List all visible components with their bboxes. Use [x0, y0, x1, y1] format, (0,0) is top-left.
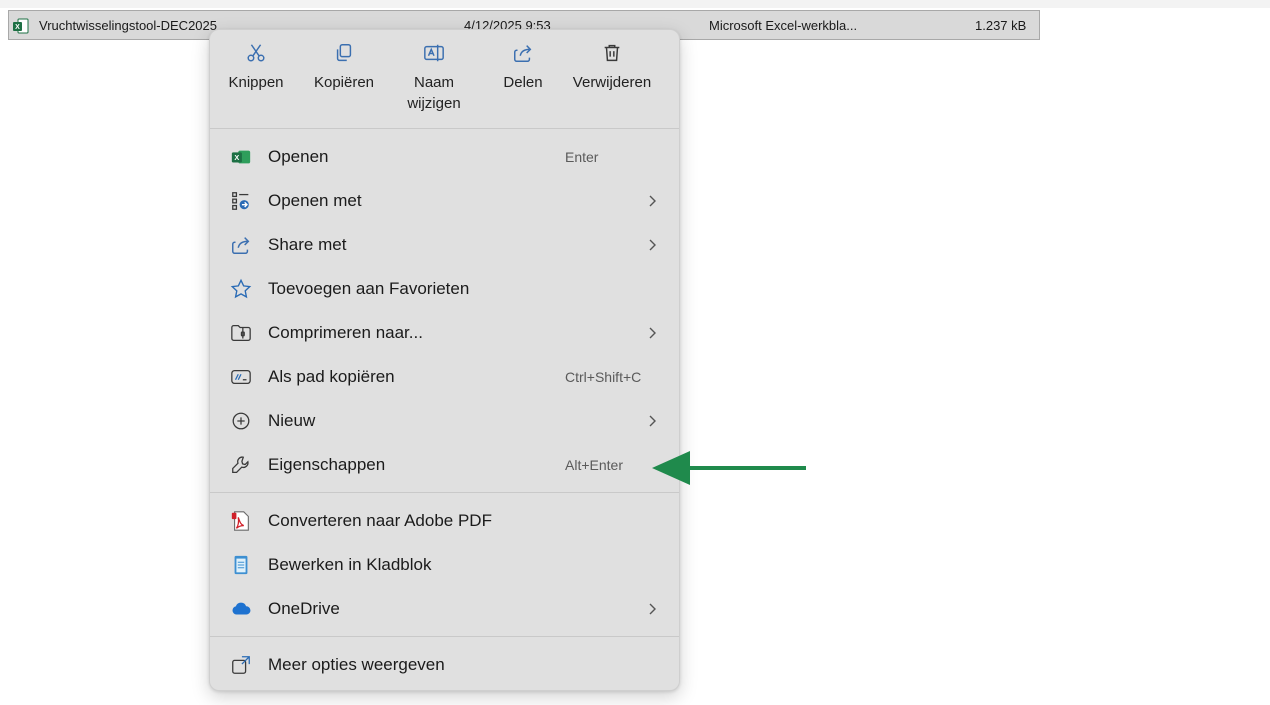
menu-item-copy-path[interactable]: Als pad kopiëren Ctrl+Shift+C [216, 357, 673, 397]
annotation-arrow [652, 451, 806, 485]
copy-label: Kopiëren [313, 74, 375, 91]
chevron-right-icon [649, 327, 656, 339]
copy-button[interactable]: Kopiëren [301, 42, 387, 93]
menu-item-label: Als pad kopiëren [268, 367, 395, 386]
file-type: Microsoft Excel-werkbla... [709, 18, 858, 33]
menu-item-label: Openen met [268, 191, 362, 210]
quick-actions-bar: Knippen Kopiëren Naam wijzigen Delen Ver… [210, 30, 679, 128]
share-icon [514, 45, 532, 62]
menu-item-label: Converteren naar Adobe PDF [268, 511, 492, 530]
copy-icon [336, 44, 352, 62]
chevron-right-icon [649, 239, 656, 251]
apps-icon [232, 192, 249, 210]
path-icon [231, 369, 251, 385]
zip-folder-icon [231, 325, 251, 341]
menu-item-label: OneDrive [268, 599, 340, 618]
menu-item-compress[interactable]: Comprimeren naar... [216, 313, 673, 353]
svg-text:X: X [15, 24, 20, 31]
menu-separator [210, 636, 679, 637]
shortcut-label: Enter [565, 149, 599, 165]
file-name: Vruchtwisselingstool-DEC2025 [39, 18, 217, 33]
menu-item-label: Comprimeren naar... [268, 323, 423, 342]
menu-item-more-options[interactable]: Meer opties weergeven [216, 645, 673, 685]
wrench-icon [232, 456, 249, 473]
window-background-strip [0, 0, 1270, 8]
trash-icon [604, 44, 620, 62]
menu-item-label: Meer opties weergeven [268, 655, 445, 674]
shortcut-label: Alt+Enter [565, 457, 623, 473]
menu-item-open-with[interactable]: Openen met [216, 181, 673, 221]
menu-item-label: Eigenschappen [268, 455, 386, 474]
svg-text:X: X [234, 153, 239, 162]
delete-label: Verwijderen [572, 74, 652, 91]
cut-button[interactable]: Knippen [213, 42, 299, 93]
menu-item-onedrive[interactable]: OneDrive [216, 589, 673, 629]
chevron-right-icon [649, 603, 656, 615]
context-menu: Knippen Kopiëren Naam wijzigen Delen Ver… [209, 29, 680, 691]
file-size: 1.237 kB [975, 18, 1027, 33]
plus-circle-icon [232, 412, 250, 430]
share-icon [232, 237, 250, 254]
shortcut-label: Ctrl+Shift+C [565, 369, 642, 385]
menu-item-label: Toevoegen aan Favorieten [268, 279, 470, 298]
chevron-right-icon [649, 195, 656, 207]
pdf-icon [231, 511, 249, 531]
menu-item-label: Bewerken in Kladblok [268, 555, 432, 574]
scissors-icon [247, 44, 265, 62]
menu-item-label: Share met [268, 235, 347, 254]
menu-separator [210, 492, 679, 493]
chevron-right-icon [649, 415, 656, 427]
notepad-icon [234, 555, 248, 575]
menu-item-new[interactable]: Nieuw [216, 401, 673, 441]
share-label: Delen [503, 74, 543, 91]
menu-item-label: Nieuw [268, 411, 316, 430]
rename-button[interactable]: Naam wijzigen [391, 42, 477, 114]
menu-item-edit-notepad[interactable]: Bewerken in Kladblok [216, 545, 673, 585]
menu-item-properties[interactable]: Eigenschappen Alt+Enter [216, 445, 673, 485]
share-button[interactable]: Delen [480, 42, 566, 93]
cut-label: Knippen [228, 74, 284, 91]
menu-item-label: Openen [268, 147, 329, 166]
excel-icon: X [231, 150, 251, 164]
expand-icon [232, 656, 250, 674]
rename-label: Naam wijzigen [407, 74, 461, 112]
cloud-icon [232, 602, 251, 615]
menu-item-share-with[interactable]: Share met [216, 225, 673, 265]
menu-separator [210, 128, 679, 129]
menu-item-add-favorites[interactable]: Toevoegen aan Favorieten [216, 269, 673, 309]
menu-item-open[interactable]: X Openen Enter [216, 137, 673, 177]
menu-item-convert-pdf[interactable]: Converteren naar Adobe PDF [216, 501, 673, 541]
excel-file-icon: X [13, 18, 29, 34]
delete-button[interactable]: Verwijderen [569, 42, 655, 93]
rename-icon [424, 44, 444, 62]
star-icon [230, 278, 252, 299]
